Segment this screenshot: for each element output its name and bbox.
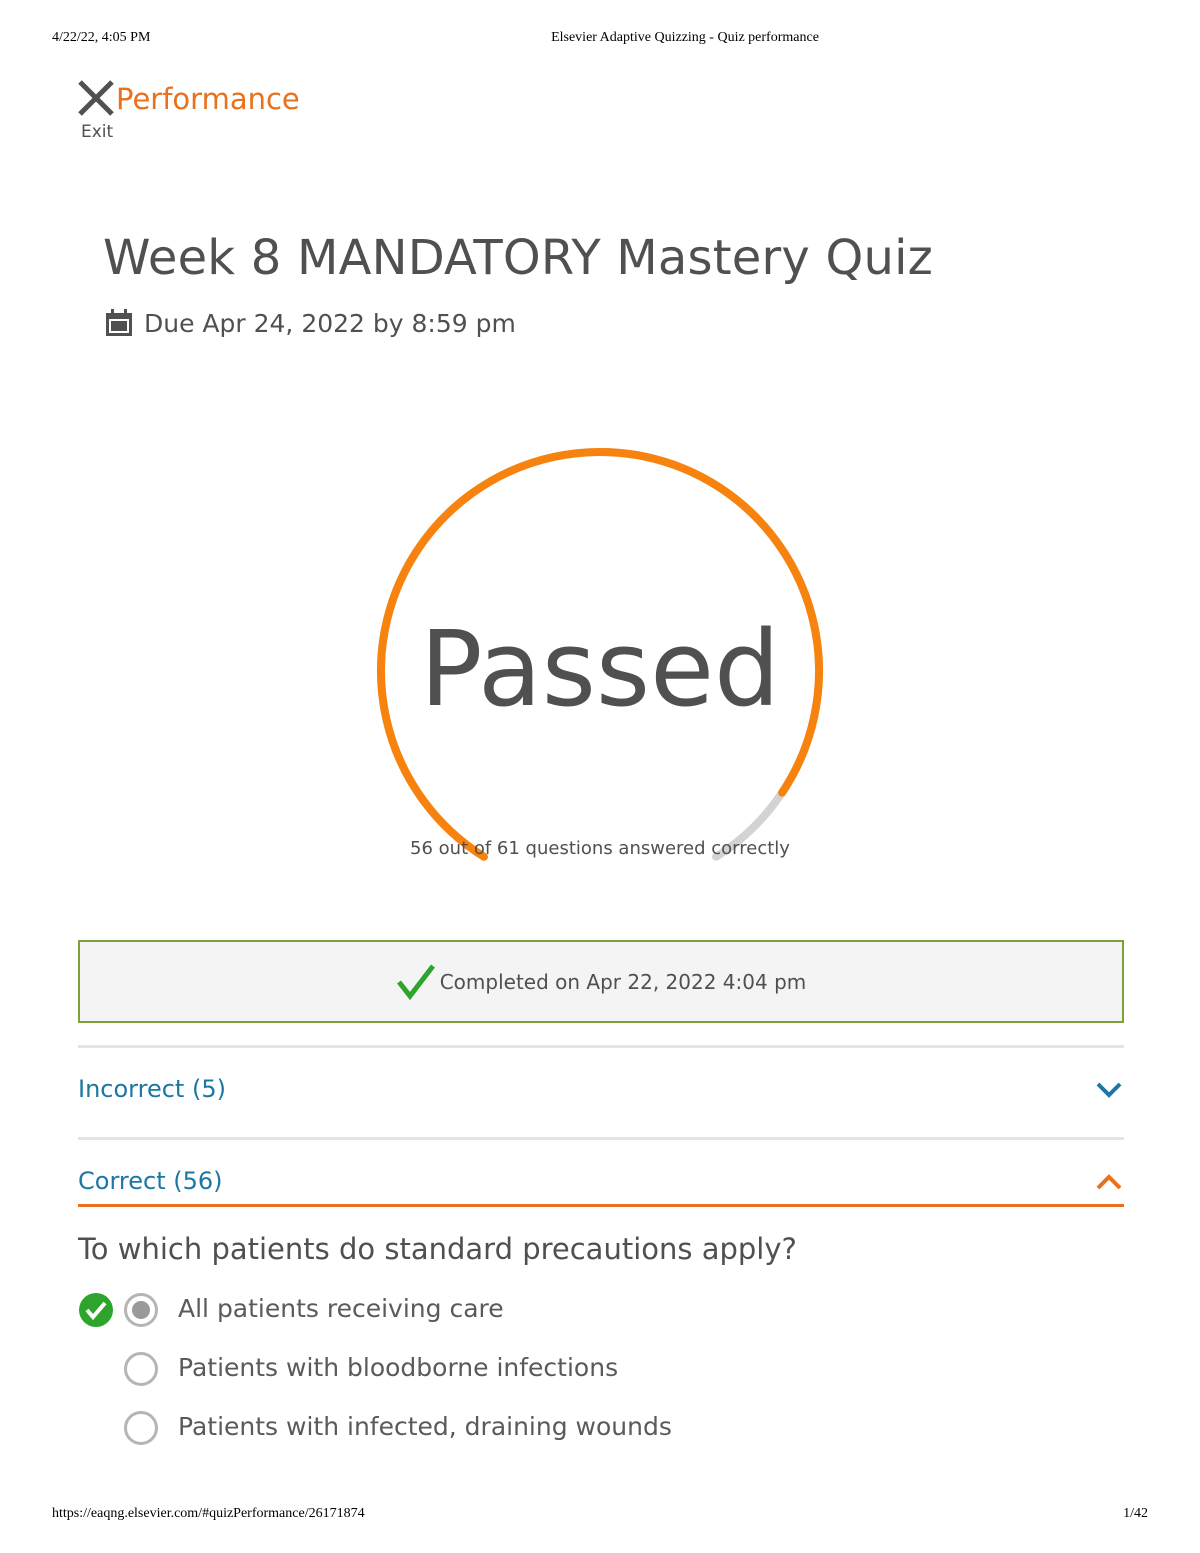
answer-option-label[interactable]: Patients with bloodborne infections: [178, 1353, 618, 1382]
completion-text: Completed on Apr 22, 2022 4:04 pm: [439, 969, 807, 994]
quiz-title: Week 8 MANDATORY Mastery Quiz: [103, 230, 934, 286]
completion-banner: Completed on Apr 22, 2022 4:04 pm: [78, 940, 1124, 1023]
due-date-row: Due Apr 24, 2022 by 8:59 pm: [104, 308, 516, 338]
radio-icon[interactable]: [123, 1351, 159, 1387]
answer-option[interactable]: All patients receiving care: [78, 1290, 978, 1330]
section-divider: [78, 1137, 1124, 1140]
section-correct-label[interactable]: Correct (56): [78, 1167, 223, 1195]
print-page-number: 1/42: [1123, 1506, 1148, 1521]
exit-button[interactable]: Exit: [76, 78, 116, 142]
section-divider: [78, 1045, 1124, 1048]
result-status: Passed: [419, 608, 781, 730]
chevron-down-icon[interactable]: [1094, 1079, 1124, 1101]
check-circle-icon: [79, 1293, 113, 1327]
radio-icon[interactable]: [123, 1410, 159, 1446]
section-incorrect-toggle[interactable]: Incorrect (5): [78, 1071, 1124, 1111]
answer-option[interactable]: Patients with bloodborne infections: [78, 1349, 978, 1389]
chevron-up-icon[interactable]: [1094, 1171, 1124, 1193]
checkmark-icon: [396, 963, 435, 1000]
exit-label[interactable]: Exit: [81, 122, 116, 142]
section-incorrect-label[interactable]: Incorrect (5): [78, 1075, 226, 1103]
question-text: To which patients do standard precaution…: [78, 1232, 797, 1266]
score-caption: 56 out of 61 questions answered correctl…: [410, 838, 790, 859]
print-page-title: Elsevier Adaptive Quizzing - Quiz perfor…: [551, 30, 819, 45]
answer-option-label[interactable]: All patients receiving care: [178, 1294, 504, 1323]
section-correct-toggle[interactable]: Correct (56): [78, 1163, 1124, 1203]
close-icon[interactable]: [76, 78, 116, 118]
print-url: https://eaqng.elsevier.com/#quizPerforma…: [52, 1506, 365, 1521]
radio-icon[interactable]: [123, 1292, 159, 1328]
answer-option[interactable]: Patients with infected, draining wounds: [78, 1408, 978, 1448]
calendar-icon: [106, 309, 132, 336]
page-header-title: Performance: [116, 82, 300, 116]
answer-option-label[interactable]: Patients with infected, draining wounds: [178, 1412, 672, 1441]
section-active-rule: [78, 1204, 1124, 1207]
due-date: Due Apr 24, 2022 by 8:59 pm: [144, 308, 516, 338]
